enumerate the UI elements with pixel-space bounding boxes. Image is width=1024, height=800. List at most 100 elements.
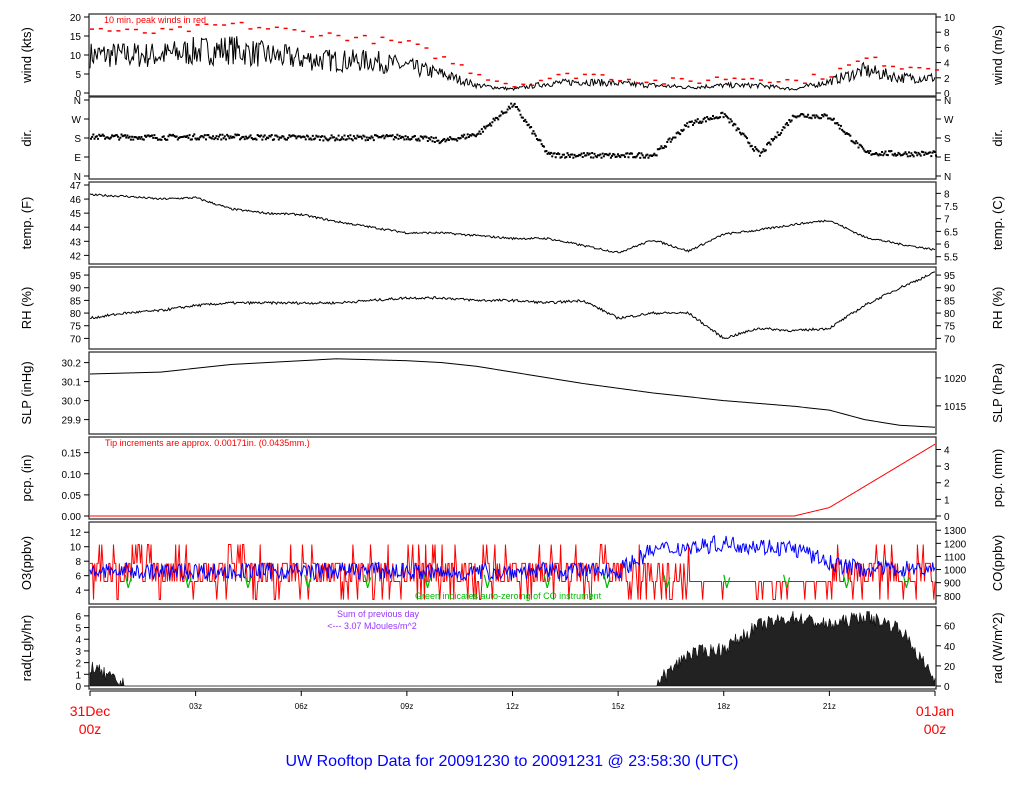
- panel-frame: [88, 266, 937, 350]
- pcp-series: [90, 443, 936, 517]
- y-right-axis-label: wind (m/s): [990, 25, 1005, 86]
- panel-dir: NESWNNESWNdir. dir.: [19, 96, 1005, 183]
- pcp-note: Tip increments are approx. 0.00171in. (0…: [105, 438, 310, 448]
- y-right-tick-label: 6: [944, 43, 950, 54]
- x-end-day: 01Jan: [916, 703, 954, 719]
- temp-series: [89, 193, 936, 254]
- y-tick-label: 2: [75, 659, 81, 670]
- y-tick-label: 15: [70, 32, 82, 43]
- y-right-axis-label: SLP (hPa): [990, 363, 1005, 423]
- y-axis-label: dir.: [19, 129, 34, 146]
- y-tick-label: E: [74, 153, 81, 164]
- panel-temp: 42 43 44 45 46 47 5.5 6 6.57 7.5 8 temp. (F) temp. (…: [19, 181, 1005, 265]
- y-right-tick-label: 60: [944, 622, 956, 633]
- x-start-day: 31Dec: [70, 703, 110, 719]
- y-tick-label: 80: [70, 309, 82, 320]
- y-tick-label: 0.15: [62, 449, 82, 460]
- y-right-tick-label: 1300: [944, 526, 967, 537]
- radiation-note-line2: <--- 3.07 MJoules/m^2: [327, 621, 417, 631]
- y-right-tick-label: 1100: [944, 552, 966, 563]
- y-right-tick-label: 7: [944, 215, 950, 226]
- x-tick-label: 12z: [506, 702, 519, 711]
- y-tick-label: 8: [75, 557, 81, 568]
- y-axis-label: rad(Lgly/hr): [19, 615, 34, 681]
- y-tick-label: 3: [75, 647, 81, 658]
- y-tick-label: 0: [75, 682, 81, 693]
- y-right-tick-label: 4: [944, 59, 950, 70]
- y-right-tick-label: 1000: [944, 566, 967, 577]
- y-tick-label: 44: [70, 223, 82, 234]
- co-series: [89, 535, 936, 582]
- panel-rh: 707580859095707580859095RH (%) RH (%): [19, 266, 1005, 350]
- y-right-tick-label: 95: [944, 271, 956, 282]
- y-right-tick-label: 1015: [944, 402, 967, 413]
- y-axis-label: temp. (F): [19, 197, 34, 250]
- y-right-tick-label: 1: [944, 495, 950, 506]
- y-tick-label: 90: [70, 284, 82, 295]
- y-right-tick-label: 90: [944, 284, 956, 295]
- y-right-tick-label: 5.5: [944, 253, 958, 264]
- x-tick-label: 15z: [612, 702, 625, 711]
- y-tick-label: 42: [70, 251, 82, 262]
- y-tick-label: 95: [70, 271, 82, 282]
- y-right-tick-label: 80: [944, 309, 956, 320]
- y-right-tick-label: 4: [944, 445, 950, 456]
- y-right-axis-label: CO(ppbv): [990, 535, 1005, 591]
- radiation-note-line1: Sum of previous day: [337, 609, 420, 619]
- x-tick-label: 21z: [823, 702, 836, 711]
- y-tick-label: N: [74, 96, 81, 107]
- wind-series: [89, 36, 936, 92]
- y-right-tick-label: 40: [944, 642, 956, 653]
- y-right-axis-label: pcp. (mm): [990, 449, 1005, 508]
- y-tick-label: 30.1: [62, 378, 82, 389]
- y-right-tick-label: N: [944, 96, 951, 107]
- y-tick-label: 4: [75, 586, 81, 597]
- y-tick-label: 30.2: [62, 359, 82, 370]
- y-right-tick-label: 1200: [944, 539, 967, 550]
- y-right-tick-label: 3: [944, 462, 950, 473]
- co-auto-zero-note: Green indicates auto-zeroing of CO instr…: [415, 591, 602, 601]
- y-tick-label: 85: [70, 296, 82, 307]
- y-tick-label: 29.9: [62, 416, 82, 427]
- panel-frame: [88, 351, 937, 435]
- panel-o3: 4 6 8 10 12 800 900 1000 1100 1200 1300 O3(ppbv) CO(…: [19, 521, 1005, 605]
- co-auto-zero-mark: [783, 574, 791, 589]
- y-right-tick-label: 10: [944, 13, 956, 24]
- y-right-tick-label: 2: [944, 74, 950, 85]
- panel-wind: 051015200246810wind (kts) wind (m/s)10 mi…: [19, 13, 1005, 100]
- y-tick-label: 6: [75, 612, 81, 623]
- y-right-tick-label: 0: [944, 512, 950, 523]
- x-axis: 03z 06z 09z 12z 15z 18z 21z 31Dec 00z 01Jan 00z: [70, 690, 954, 737]
- y-right-tick-label: W: [944, 115, 954, 126]
- y-right-tick-label: 8: [944, 28, 950, 39]
- y-right-tick-label: 900: [944, 579, 961, 590]
- y-right-tick-label: 6: [944, 240, 950, 251]
- y-right-axis-label: rad (W/m^2): [990, 612, 1005, 683]
- y-tick-label: 4: [75, 635, 81, 646]
- co-auto-zero-mark: [304, 574, 312, 589]
- y-right-axis-label: dir.: [990, 129, 1005, 146]
- rh-series: [89, 271, 936, 340]
- panel-slp: 29.9 30.0 30.1 30.2 1015 1020 SLP (inHg) SLP (h…: [19, 351, 1005, 435]
- peak-wind-note: 10 min. peak winds in red: [104, 15, 206, 25]
- y-right-tick-label: 0: [944, 682, 950, 693]
- chart-title: UW Rooftop Data for 20091230 to 20091231…: [286, 753, 739, 770]
- y-right-tick-label: N: [944, 172, 951, 183]
- y-tick-label: 10: [70, 51, 82, 62]
- y-tick-label: 6: [75, 572, 81, 583]
- y-right-tick-label: 6.5: [944, 227, 958, 238]
- y-tick-label: 0.05: [62, 491, 82, 502]
- radiation-area: [89, 610, 936, 687]
- y-tick-label: 45: [70, 209, 82, 220]
- y-tick-label: 0.00: [62, 512, 82, 523]
- y-right-axis-label: RH (%): [990, 287, 1005, 330]
- y-tick-label: 20: [70, 13, 82, 24]
- y-tick-label: 5: [75, 70, 81, 81]
- y-tick-label: 70: [70, 334, 82, 345]
- panel-rad: 01234560204060rad(Lgly/hr) rad (W/m^2)Sum…: [19, 606, 1005, 693]
- x-tick-label: 09z: [400, 702, 413, 711]
- x-tick-label: 18z: [717, 702, 730, 711]
- y-tick-label: 47: [70, 181, 82, 192]
- panel-frame: [88, 436, 937, 520]
- y-tick-label: 46: [70, 195, 82, 206]
